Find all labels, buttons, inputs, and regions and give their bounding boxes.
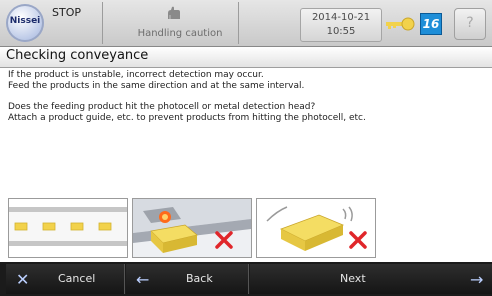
title-bar: Checking conveyance [0,47,492,68]
instruction-line: Does the feeding product hit the photoce… [8,102,316,112]
product-hitting-photocell-icon [132,198,252,258]
illustration-strip [8,198,488,258]
back-button[interactable]: ← Back [126,264,249,294]
next-button[interactable]: Next → [250,264,492,294]
date-text: 2014-10-21 [311,12,371,23]
instruction-text: If the product is unstable, incorrect de… [8,70,486,123]
logo-icon[interactable]: Nissei [6,4,44,42]
arrow-left-icon: ← [136,270,150,289]
machine-state: STOP [52,6,81,19]
cancel-button[interactable]: ✕ Cancel [6,264,125,294]
user-level-badge[interactable]: 16 [420,13,442,35]
status-bar: Nissei STOP Handling caution 2014-10-21 … [0,0,492,47]
bottom-navigation: ✕ Cancel ← Back Next → [0,262,492,296]
logo-text: Nissei [9,16,41,26]
instruction-line: Attach a product guide, etc. to prevent … [8,112,366,123]
arrow-right-icon: → [470,270,484,289]
key-icon [386,17,415,31]
instruction-line: If the product is unstable, incorrect de… [8,70,264,80]
close-icon: ✕ [16,270,30,289]
product-unstable-icon [256,198,376,258]
help-icon: ? [466,15,474,31]
time-text: 10:55 [326,26,356,37]
instruction-line: Feed the products in the same direction … [8,80,305,91]
datetime-display: 2014-10-21 10:55 [300,8,382,42]
status-message: Handling caution [137,28,223,39]
divider [102,2,103,44]
next-label: Next [340,272,366,285]
hand-caution-icon [168,6,180,20]
help-button[interactable]: ? [454,8,486,40]
screen: Nissei STOP Handling caution 2014-10-21 … [0,0,492,296]
page-title: Checking conveyance [6,48,149,63]
divider [238,2,239,44]
cancel-label: Cancel [58,272,96,285]
back-label: Back [186,272,213,285]
conveyor-correct-icon [8,198,128,258]
